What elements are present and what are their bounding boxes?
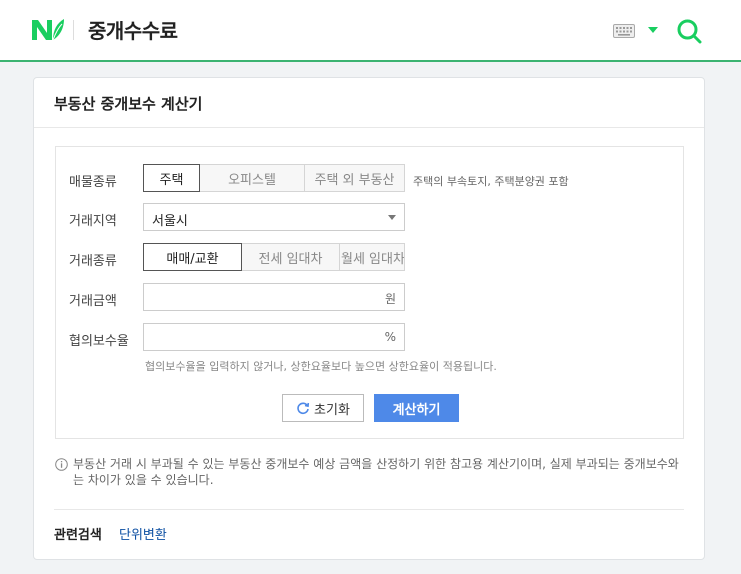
property-type-label: 매물종류 — [69, 175, 117, 190]
logo-divider — [73, 20, 74, 40]
amount-unit: 원 — [384, 292, 396, 306]
amount-input[interactable]: 원 — [143, 283, 405, 311]
page-title: 중개수수료 — [88, 19, 178, 43]
keyboard-icon[interactable] — [613, 24, 635, 38]
calculator-form: 매물종류 주택 오피스텔 주택 외 부동산 주택의 부속토지, 주택분양권 포함… — [55, 146, 684, 439]
region-select[interactable]: 서울시 — [143, 203, 405, 231]
deal-type-option-sale[interactable]: 매매/교환 — [143, 243, 242, 271]
divider — [54, 509, 684, 510]
notice-text: 부동산 거래 시 부과될 수 있는 부동산 중개보수 예상 금액을 산정하기 위… — [73, 457, 679, 487]
refresh-icon — [297, 402, 310, 415]
search-icon[interactable] — [676, 18, 702, 44]
rate-unit: % — [384, 330, 396, 344]
header: 중개수수료 — [0, 0, 741, 62]
naver-logo-icon[interactable] — [31, 18, 65, 42]
property-type-hint: 주택의 부속토지, 주택분양권 포함 — [413, 175, 569, 188]
calculator-card: 부동산 중개보수 계산기 매물종류 주택 오피스텔 주택 외 부동산 주택의 부… — [33, 77, 705, 560]
deal-type-label: 거래종류 — [69, 254, 117, 269]
region-label: 거래지역 — [69, 214, 117, 229]
caret-down-icon — [388, 215, 396, 220]
reset-button[interactable]: 초기화 — [282, 394, 364, 422]
property-type-option-officetel[interactable]: 오피스텔 — [199, 164, 305, 192]
rate-hint: 협의보수율을 입력하지 않거나, 상한요율보다 높으면 상한요율이 적용됩니다. — [145, 360, 497, 373]
chevron-down-icon[interactable] — [648, 27, 658, 33]
rate-label: 협의보수율 — [69, 334, 129, 349]
card-header: 부동산 중개보수 계산기 — [34, 78, 704, 128]
property-type-option-other[interactable]: 주택 외 부동산 — [304, 164, 405, 192]
region-select-value: 서울시 — [152, 214, 188, 229]
related-search-link[interactable]: 단위변환 — [119, 524, 167, 543]
card-title: 부동산 중개보수 계산기 — [54, 95, 203, 113]
property-type-option-house[interactable]: 주택 — [143, 164, 200, 192]
deal-type-option-monthly[interactable]: 월세 임대차 — [339, 243, 405, 271]
info-icon — [55, 458, 68, 471]
reset-button-label: 초기화 — [314, 402, 350, 418]
rate-input[interactable]: % — [143, 323, 405, 351]
calculate-button[interactable]: 계산하기 — [374, 394, 459, 422]
related-search-label: 관련검색 — [54, 528, 102, 543]
amount-label: 거래금액 — [69, 294, 117, 309]
deal-type-option-jeonse[interactable]: 전세 임대차 — [241, 243, 340, 271]
